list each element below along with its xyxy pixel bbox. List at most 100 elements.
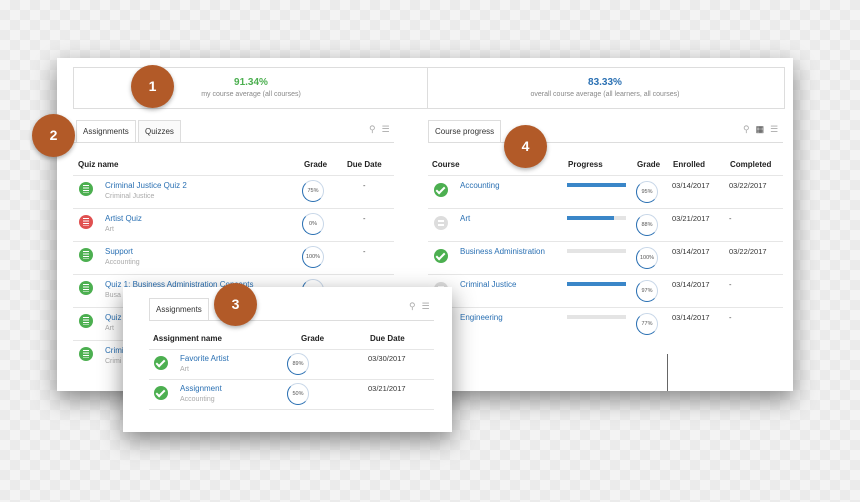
enrolled-date: 03/14/2017 [672, 280, 710, 289]
right-tools: ⚲ ▦ ☰ [737, 124, 778, 135]
quiz-course-label: Busa [105, 292, 121, 299]
col-due-date[interactable]: Due Date [347, 160, 382, 169]
tab-quizzes[interactable]: Quizzes [138, 120, 181, 142]
completed-date: 03/22/2017 [729, 247, 767, 256]
quiz-document-icon [79, 248, 93, 262]
popup-tab-assignments[interactable]: Assignments [149, 298, 209, 320]
assignment-course-label: Accounting [180, 396, 215, 403]
quiz-document-icon [79, 347, 93, 361]
completed-check-icon [154, 386, 168, 400]
grade-ring: 89% [287, 353, 309, 375]
assignment-course-label: Art [180, 366, 189, 373]
quiz-document-icon [79, 215, 93, 229]
grade-ring: 50% [287, 383, 309, 405]
grade-ring: 100% [636, 247, 658, 269]
grade-ring: 75% [302, 180, 324, 202]
filter-icon[interactable]: ☰ [422, 301, 430, 311]
quiz-title-link[interactable]: Crimi [105, 346, 124, 355]
course-stack-icon [434, 216, 448, 230]
grade-ring: 77% [636, 313, 658, 335]
callout-badge-4: 4 [504, 125, 547, 168]
quiz-title-link[interactable]: Quiz [105, 313, 121, 322]
grid-view-icon[interactable]: ▦ [756, 124, 765, 134]
list-view-icon[interactable]: ☰ [770, 124, 778, 134]
quiz-document-icon [79, 182, 93, 196]
course-title-link[interactable]: Engineering [460, 313, 503, 322]
due-date: - [363, 247, 366, 256]
overall-course-average: 83.33% overall course average (all learn… [428, 68, 782, 108]
quiz-course-label: Art [105, 226, 114, 233]
course-title-link[interactable]: Art [460, 214, 470, 223]
search-icon[interactable]: ⚲ [369, 124, 376, 134]
completed-date: - [729, 280, 732, 289]
right-tabs: Course progress [428, 120, 783, 143]
progress-bar [567, 315, 626, 319]
course-title-link[interactable]: Business Administration [460, 247, 545, 256]
due-date: - [363, 214, 366, 223]
assignments-popup: Assignments ⚲ ☰ Assignment name Grade Due… [123, 287, 452, 432]
col-popup-grade[interactable]: Grade [301, 334, 324, 343]
due-date: 03/21/2017 [368, 384, 406, 393]
due-date: 03/30/2017 [368, 354, 406, 363]
completed-date: - [729, 214, 732, 223]
filter-icon[interactable]: ☰ [382, 124, 390, 134]
popup-table-bottom [149, 409, 434, 411]
col-course[interactable]: Course [432, 160, 460, 169]
completed-date: - [729, 313, 732, 322]
col-progress[interactable]: Progress [568, 160, 603, 169]
quiz-title-link[interactable]: Support [105, 247, 133, 256]
tab-course-progress[interactable]: Course progress [428, 120, 502, 142]
grade-ring: 0% [302, 213, 324, 235]
course-title-link[interactable]: Criminal Justice [460, 280, 516, 289]
enrolled-date: 03/14/2017 [672, 181, 710, 190]
quiz-document-icon [79, 281, 93, 295]
enrolled-date: 03/14/2017 [672, 247, 710, 256]
completed-date: 03/22/2017 [729, 181, 767, 190]
divider-line [667, 354, 668, 391]
quiz-course-label: Art [105, 325, 114, 332]
my-course-average: 91.34% my course average (all courses) [74, 68, 428, 108]
enrolled-date: 03/14/2017 [672, 313, 710, 322]
overall-average-label: overall course average (all learners, al… [530, 91, 680, 98]
callout-badge-3: 3 [214, 283, 257, 326]
callout-badge-1: 1 [131, 65, 174, 108]
col-grade-right[interactable]: Grade [637, 160, 660, 169]
left-tabs: Assignments Quizzes [73, 120, 394, 143]
progress-bar [567, 183, 626, 187]
grade-ring: 95% [636, 181, 658, 203]
stats-bar: 91.34% my course average (all courses) 8… [73, 67, 785, 109]
quiz-title-link[interactable]: Artist Quiz [105, 214, 142, 223]
grade-ring: 97% [636, 280, 658, 302]
grade-ring: 88% [636, 214, 658, 236]
col-completed[interactable]: Completed [730, 160, 771, 169]
quiz-course-label: Crimi [105, 358, 122, 365]
col-popup-due[interactable]: Due Date [370, 334, 405, 343]
popup-tabs: Assignments [149, 298, 434, 321]
grade-ring: 100% [302, 246, 324, 268]
col-enrolled[interactable]: Enrolled [673, 160, 705, 169]
overall-average-value: 83.33% [588, 77, 622, 88]
progress-fill [567, 183, 626, 187]
search-icon[interactable]: ⚲ [409, 301, 416, 311]
completed-check-icon [434, 249, 448, 263]
col-quiz-name[interactable]: Quiz name [78, 160, 118, 169]
col-grade[interactable]: Grade [304, 160, 327, 169]
tab-assignments[interactable]: Assignments [76, 120, 136, 142]
progress-fill [567, 282, 626, 286]
completed-check-icon [154, 356, 168, 370]
search-icon[interactable]: ⚲ [743, 124, 750, 134]
col-assignment-name[interactable]: Assignment name [153, 334, 222, 343]
left-tools: ⚲ ☰ [363, 124, 390, 135]
due-date: - [363, 181, 366, 190]
progress-fill [567, 216, 615, 220]
completed-check-icon [434, 183, 448, 197]
my-average-label: my course average (all courses) [201, 91, 301, 98]
quiz-course-label: Accounting [105, 259, 140, 266]
quiz-title-link[interactable]: Criminal Justice Quiz 2 [105, 181, 187, 190]
my-average-value: 91.34% [234, 77, 268, 88]
course-title-link[interactable]: Accounting [460, 181, 500, 190]
quiz-document-icon [79, 314, 93, 328]
progress-bar [567, 282, 626, 286]
assignment-title-link[interactable]: Favorite Artist [180, 354, 229, 363]
assignment-title-link[interactable]: Assignment [180, 384, 222, 393]
